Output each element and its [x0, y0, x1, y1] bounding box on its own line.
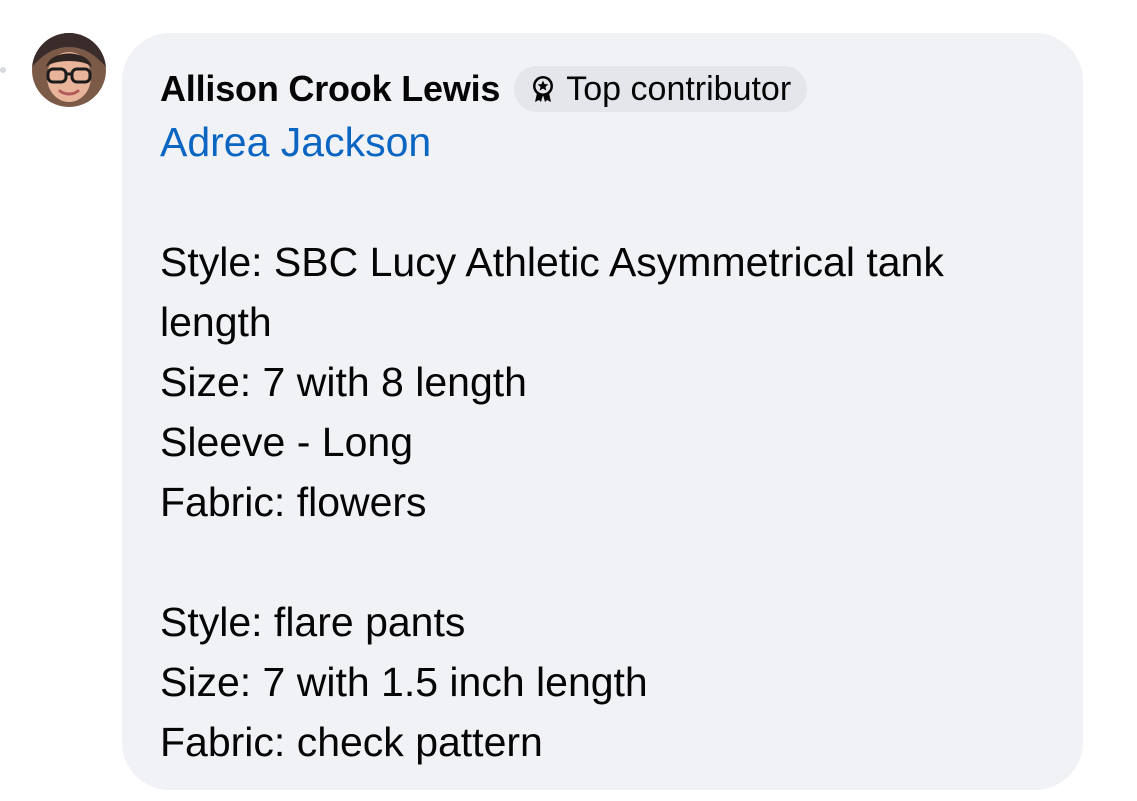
comment-line: Sleeve - Long — [160, 419, 414, 465]
comment-line: length — [160, 299, 272, 345]
comment-line: Fabric: check pattern — [160, 719, 543, 765]
mention-link[interactable]: Adrea Jackson — [160, 116, 431, 168]
top-contributor-badge[interactable]: Top contributor — [514, 66, 808, 112]
comment-line: Fabric: flowers — [160, 479, 427, 525]
author-name[interactable]: Allison Crook Lewis — [160, 68, 500, 110]
comment-header: Allison Crook Lewis Top contributor — [160, 65, 808, 113]
comment-body: Style: SBC Lucy Athletic Asymmetrical ta… — [160, 232, 1060, 772]
avatar-photo — [32, 33, 106, 107]
avatar[interactable] — [32, 33, 106, 107]
comment-line-blank — [160, 532, 1060, 592]
comment-line: Style: flare pants — [160, 599, 466, 645]
comment-line: Size: 7 with 1.5 inch length — [160, 659, 648, 705]
comment-line: Style: SBC Lucy Athletic Asymmetrical ta… — [160, 239, 944, 285]
thread-connector — [0, 67, 6, 73]
comment-thread: Allison Crook Lewis Top contributor Adre… — [0, 0, 1137, 801]
comment-line: Size: 7 with 8 length — [160, 359, 527, 405]
badge-label: Top contributor — [566, 69, 792, 108]
top-contributor-badge-icon — [533, 76, 554, 102]
